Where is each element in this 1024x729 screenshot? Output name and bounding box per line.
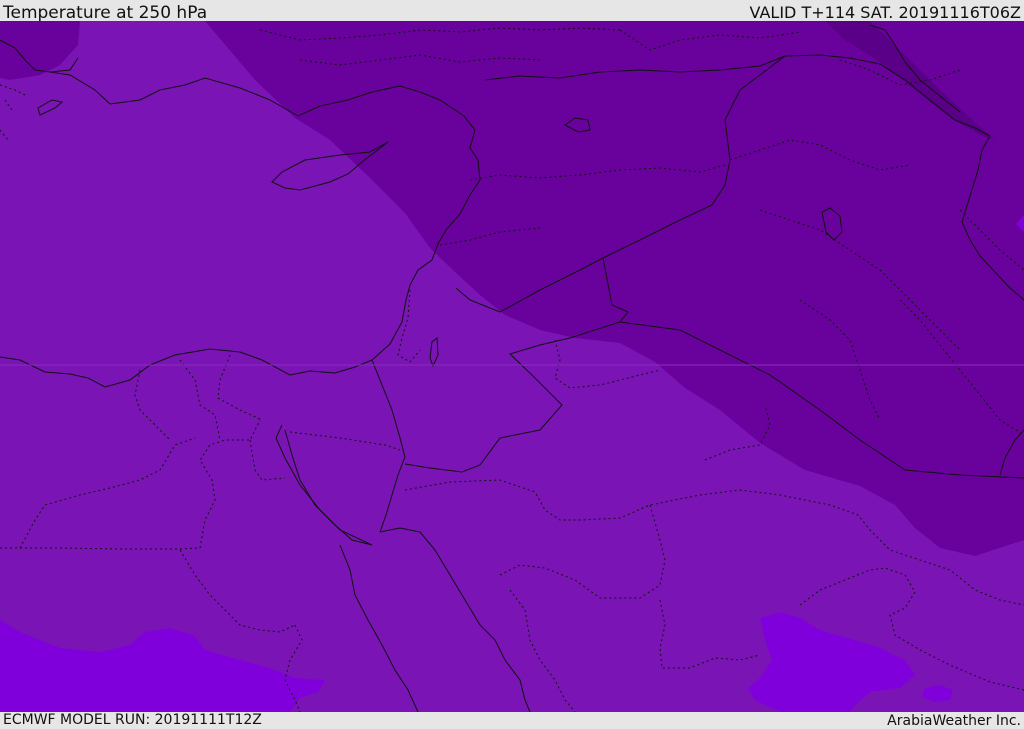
map-area [0, 21, 1024, 712]
credit-label: ArabiaWeather Inc. [887, 713, 1021, 729]
model-run-label: ECMWF MODEL RUN: 20191111T12Z [3, 712, 262, 728]
map-title: Temperature at 250 hPa [3, 3, 208, 23]
valid-time: VALID T+114 SAT. 20191116T06Z [749, 3, 1021, 22]
map-svg [0, 21, 1024, 712]
weather-map-page: Temperature at 250 hPa VALID T+114 SAT. … [0, 0, 1024, 729]
